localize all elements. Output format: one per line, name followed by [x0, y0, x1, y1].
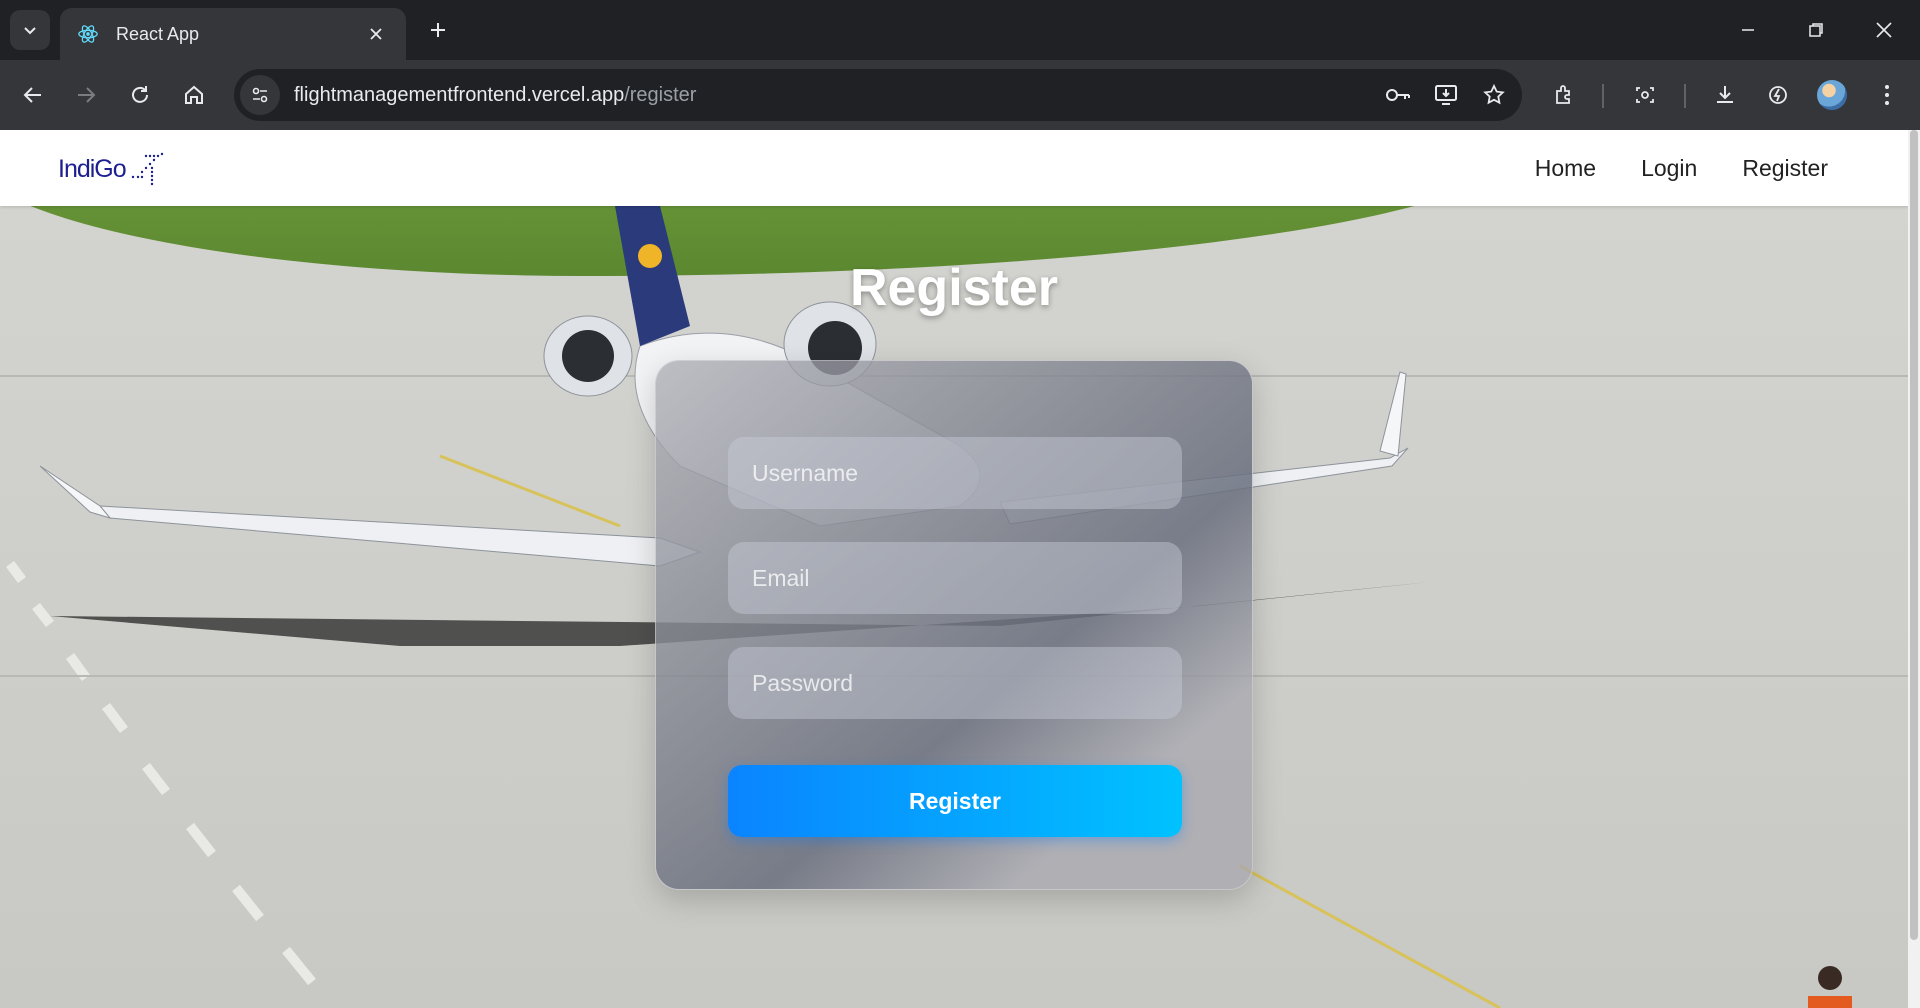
address-bar[interactable]: flightmanagementfrontend.vercel.app/regi…	[234, 69, 1522, 121]
url-path: /register	[624, 83, 697, 106]
restore-icon[interactable]	[1782, 0, 1850, 60]
register-form: Register	[655, 360, 1253, 890]
site-settings-icon[interactable]	[240, 75, 280, 115]
tab-search-button[interactable]	[10, 10, 50, 50]
tab-title: React App	[116, 23, 200, 44]
key-icon[interactable]	[1378, 75, 1418, 115]
performance-icon[interactable]	[1760, 77, 1796, 113]
extensions-icon[interactable]	[1546, 77, 1582, 113]
scrollbar-thumb[interactable]	[1910, 130, 1918, 940]
nav-link-login[interactable]: Login	[1641, 155, 1697, 182]
active-tab[interactable]: React App	[60, 8, 406, 60]
forward-icon[interactable]	[68, 77, 104, 113]
email-field[interactable]	[728, 542, 1182, 614]
logo-text: IndiGo	[58, 154, 127, 183]
star-icon[interactable]	[1474, 75, 1514, 115]
url-text[interactable]: flightmanagementfrontend.vercel.app/regi…	[294, 84, 1378, 107]
site-navbar: IndiGo Home Login Register	[0, 130, 1908, 206]
browser-toolbar: flightmanagementfrontend.vercel.app/regi…	[0, 60, 1920, 130]
avatar[interactable]	[1817, 80, 1847, 110]
password-field[interactable]	[728, 647, 1182, 719]
plus-icon[interactable]	[420, 12, 456, 48]
react-icon	[76, 22, 100, 46]
install-icon[interactable]	[1426, 75, 1466, 115]
tab-strip: React App	[0, 0, 1920, 60]
download-icon[interactable]	[1707, 77, 1743, 113]
back-icon[interactable]	[15, 77, 51, 113]
toolbar-separator	[1602, 84, 1604, 108]
close-window-icon[interactable]	[1850, 0, 1918, 60]
nav-link-home[interactable]: Home	[1535, 155, 1596, 182]
username-field[interactable]	[728, 437, 1182, 509]
close-icon[interactable]	[362, 20, 390, 48]
indigo-logo[interactable]: IndiGo	[58, 150, 164, 188]
nav-link-register[interactable]: Register	[1742, 155, 1828, 182]
logo-mark-icon	[131, 152, 163, 186]
minimize-icon[interactable]	[1714, 0, 1782, 60]
home-icon[interactable]	[176, 77, 212, 113]
reload-icon[interactable]	[122, 77, 158, 113]
register-button[interactable]: Register	[728, 765, 1182, 837]
page-viewport: IndiGo Home Login Register Register User…	[0, 130, 1920, 1008]
chevron-down-icon	[24, 27, 36, 35]
screenshot-icon[interactable]	[1627, 77, 1663, 113]
toolbar-separator	[1684, 84, 1686, 108]
nav-links: Home Login Register	[1535, 130, 1828, 206]
page-title: Register	[849, 259, 1059, 317]
url-host: flightmanagementfrontend.vercel.app	[294, 83, 625, 106]
scrollbar[interactable]	[1908, 130, 1920, 1008]
menu-icon[interactable]	[1869, 77, 1905, 113]
